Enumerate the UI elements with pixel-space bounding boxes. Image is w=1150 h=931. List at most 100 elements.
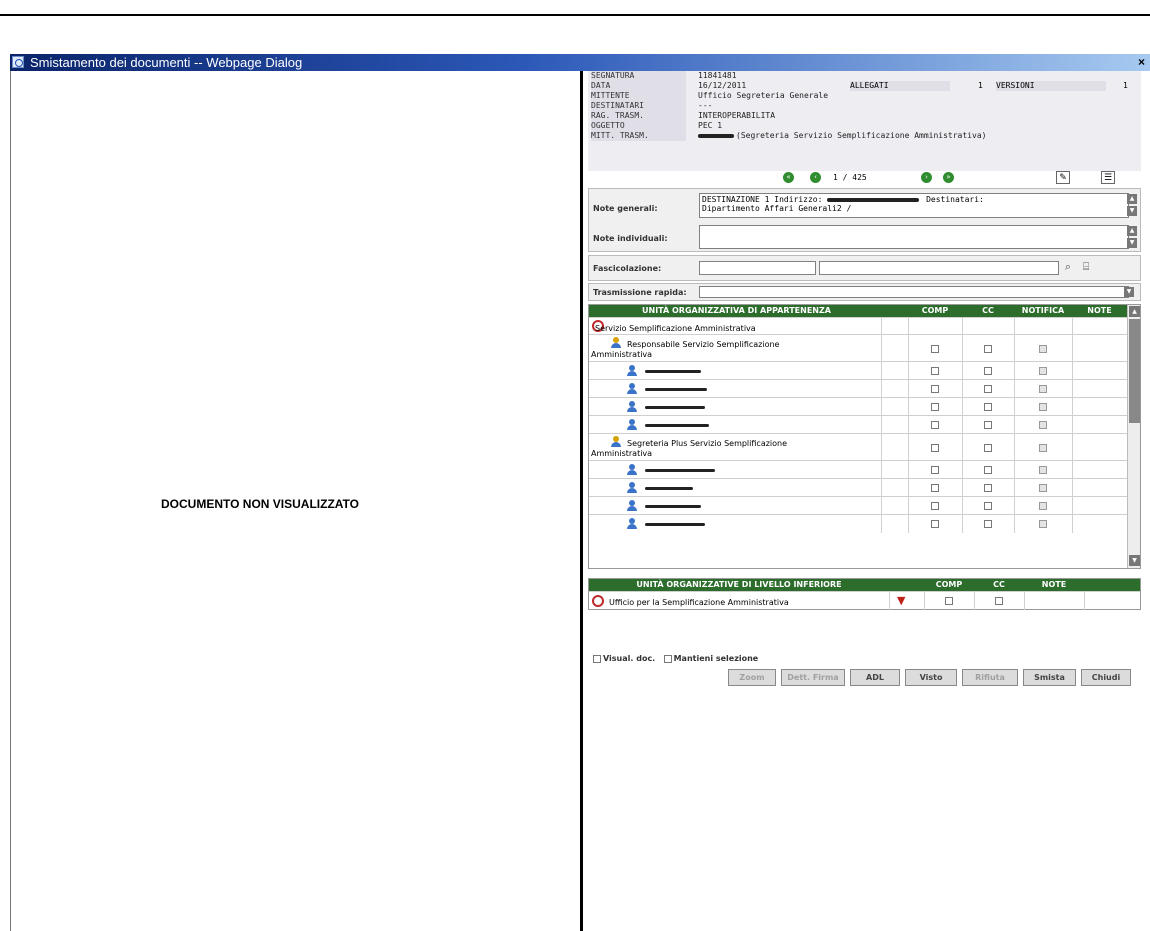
cell-divider	[1072, 479, 1073, 497]
table-row[interactable]: Responsabile Servizio Semplificazione Amm…	[589, 334, 1127, 362]
cc-checkbox[interactable]	[984, 466, 992, 474]
notes-section: Note generali: DESTINAZIONE 1 Indirizzo:…	[588, 188, 1141, 252]
table-row[interactable]	[589, 460, 1127, 479]
scroll-down-icon[interactable]: ▼	[1127, 238, 1137, 248]
table-row[interactable]	[589, 397, 1127, 416]
fascicolo-code-input[interactable]	[699, 261, 816, 275]
comp-checkbox[interactable]	[931, 444, 939, 452]
scroll-down-icon[interactable]: ▼	[1129, 555, 1140, 566]
notifica-checkbox[interactable]	[1039, 367, 1047, 375]
rifiuta-button[interactable]: Rifiuta	[962, 669, 1018, 686]
next-page-icon[interactable]: ›	[921, 172, 932, 183]
header-cc: CC	[982, 306, 994, 315]
person-icon	[627, 383, 637, 394]
cc-checkbox[interactable]	[984, 385, 992, 393]
cc-checkbox[interactable]	[995, 597, 1003, 605]
notifica-checkbox[interactable]	[1039, 520, 1047, 528]
table-row[interactable]	[589, 514, 1127, 533]
expand-down-arrow-icon[interactable]: ▼	[897, 594, 905, 607]
chiudi-button[interactable]: Chiudi	[1081, 669, 1131, 686]
notifica-checkbox[interactable]	[1039, 444, 1047, 452]
notifica-checkbox[interactable]	[1039, 502, 1047, 510]
fascicolo-description-input[interactable]	[819, 261, 1059, 275]
notifica-checkbox[interactable]	[1039, 403, 1047, 411]
table-row[interactable]	[589, 415, 1127, 434]
mitt-trasm-text: (Segreteria Servizio Semplificazione Amm…	[736, 131, 987, 140]
cell-divider	[908, 362, 909, 380]
info-label: RAG. TRASM.	[591, 111, 686, 121]
comp-checkbox[interactable]	[931, 385, 939, 393]
visto-button[interactable]: Visto	[905, 669, 957, 686]
comp-checkbox[interactable]	[945, 597, 953, 605]
chevron-down-icon[interactable]: ▼	[1124, 287, 1134, 297]
scroll-up-icon[interactable]: ▲	[1127, 194, 1137, 204]
table-row[interactable]: Segreteria Plus Servizio Semplificazione…	[589, 433, 1127, 461]
cc-checkbox[interactable]	[984, 421, 992, 429]
visual-doc-checkbox[interactable]	[593, 654, 601, 663]
cell-divider	[962, 434, 963, 461]
cell-divider	[908, 335, 909, 362]
close-icon[interactable]: ×	[1135, 55, 1148, 69]
cc-checkbox[interactable]	[984, 520, 992, 528]
cc-checkbox[interactable]	[984, 403, 992, 411]
cc-checkbox[interactable]	[984, 444, 992, 452]
lower-unit-name: Ufficio per la Semplificazione Amministr…	[609, 598, 789, 607]
fascicolo-browse-icon[interactable]: ⌸	[1079, 260, 1093, 273]
list-view-icon[interactable]: ☰	[1101, 171, 1115, 184]
cell-divider	[962, 515, 963, 533]
previous-page-icon[interactable]: ‹	[810, 172, 821, 183]
scrollbar-thumb[interactable]	[1129, 319, 1140, 423]
comp-checkbox[interactable]	[931, 403, 939, 411]
comp-checkbox[interactable]	[931, 484, 939, 492]
cc-checkbox[interactable]	[984, 367, 992, 375]
edit-pencil-icon[interactable]: ✎	[1056, 171, 1070, 184]
scroll-up-icon[interactable]: ▲	[1129, 306, 1140, 317]
group-icon	[611, 337, 621, 348]
pane-divider[interactable]	[580, 71, 583, 931]
table-row[interactable]	[589, 478, 1127, 497]
adl-button[interactable]: ADL	[850, 669, 900, 686]
last-page-icon[interactable]: »	[943, 172, 954, 183]
cc-checkbox[interactable]	[984, 345, 992, 353]
cell-divider	[924, 592, 925, 610]
cc-checkbox[interactable]	[984, 484, 992, 492]
person-icon	[627, 482, 637, 493]
table-row[interactable]	[589, 361, 1127, 380]
table-row[interactable]	[589, 379, 1127, 398]
comp-checkbox[interactable]	[931, 466, 939, 474]
fascicolo-search-icon[interactable]: ⌕	[1061, 260, 1075, 273]
smista-button[interactable]: Smista	[1023, 669, 1076, 686]
mantieni-selezione-checkbox[interactable]	[663, 654, 672, 663]
notifica-checkbox[interactable]	[1039, 345, 1047, 353]
cell-divider	[881, 362, 882, 380]
person-icon	[627, 500, 637, 511]
note-individuali-textarea[interactable]	[699, 225, 1129, 249]
scroll-down-icon[interactable]: ▼	[1127, 206, 1137, 216]
cc-checkbox[interactable]	[984, 502, 992, 510]
notifica-checkbox[interactable]	[1039, 466, 1047, 474]
notifica-checkbox[interactable]	[1039, 385, 1047, 393]
info-row-oggetto: OGGETTO PEC 1	[588, 121, 1141, 131]
first-page-icon[interactable]: «	[783, 172, 794, 183]
dett-firma-button[interactable]: Dett. Firma	[781, 669, 845, 686]
note-generali-textarea[interactable]: DESTINAZIONE 1 Indirizzo: Destinatari: D…	[699, 193, 1129, 218]
notifica-checkbox[interactable]	[1039, 484, 1047, 492]
dialog-title-bar: Smistamento dei documenti -- Webpage Dia…	[10, 54, 1150, 71]
scroll-up-icon[interactable]: ▲	[1127, 226, 1137, 236]
lower-unit-row[interactable]: Ufficio per la Semplificazione Amministr…	[589, 591, 1140, 610]
comp-checkbox[interactable]	[931, 421, 939, 429]
info-row-mittente: MITTENTE Ufficio Segreteria Generale	[588, 91, 1141, 101]
comp-checkbox[interactable]	[931, 520, 939, 528]
comp-checkbox[interactable]	[931, 345, 939, 353]
note-generali-label: Note generali:	[593, 204, 658, 213]
comp-checkbox[interactable]	[931, 502, 939, 510]
cell-divider	[881, 318, 882, 335]
person-icon	[627, 518, 637, 529]
comp-checkbox[interactable]	[931, 367, 939, 375]
zoom-button[interactable]: Zoom	[728, 669, 776, 686]
grid-scrollbar[interactable]: ▲ ▼	[1127, 305, 1140, 568]
table-row[interactable]: Servizio Semplificazione Amministrativa	[589, 317, 1127, 335]
trasmissione-rapida-select[interactable]	[699, 286, 1129, 298]
notifica-checkbox[interactable]	[1039, 421, 1047, 429]
table-row[interactable]	[589, 496, 1127, 515]
